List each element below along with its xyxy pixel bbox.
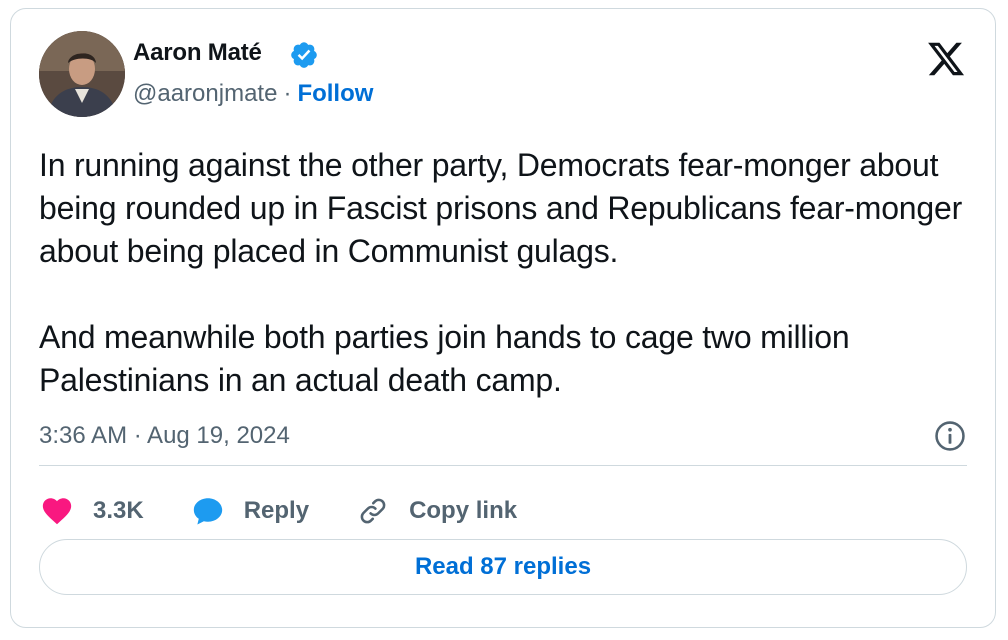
like-button[interactable]: 3.3K — [39, 493, 144, 529]
link-icon — [355, 493, 391, 529]
avatar-image — [39, 31, 125, 117]
reply-button[interactable]: Reply — [190, 493, 309, 529]
handle-separator: · — [283, 80, 292, 107]
handle-row: @aaronjmate · Follow — [133, 80, 373, 108]
tweet-card: Aaron Maté @aaronjmate · Follow In running… — [10, 8, 996, 628]
reply-label: Reply — [243, 497, 310, 524]
divider — [39, 465, 967, 466]
avatar[interactable] — [39, 31, 125, 117]
copy-link-label: Copy link — [409, 497, 518, 524]
speech-bubble-icon — [190, 493, 226, 529]
read-replies-button[interactable]: Read 87 replies — [39, 539, 967, 595]
verified-badge-icon — [291, 42, 317, 68]
heart-icon — [39, 493, 75, 529]
tweet-paragraph: And meanwhile both parties join hands to… — [39, 319, 850, 398]
follow-link[interactable]: Follow — [297, 80, 373, 107]
tweet-paragraph: In running against the other party, Demo… — [39, 147, 963, 269]
action-bar: 3.3K Reply Copy link — [39, 491, 563, 531]
like-count: 3.3K — [93, 497, 144, 524]
info-icon[interactable] — [933, 419, 967, 453]
copy-link-button[interactable]: Copy link — [355, 493, 517, 529]
tweet-timestamp[interactable]: 3:36 AM · Aug 19, 2024 — [39, 422, 290, 450]
author-name[interactable]: Aaron Maté — [133, 39, 262, 67]
x-logo-icon[interactable] — [925, 39, 967, 79]
author-handle[interactable]: @aaronjmate — [133, 80, 277, 107]
tweet-text: In running against the other party, Demo… — [39, 144, 979, 402]
